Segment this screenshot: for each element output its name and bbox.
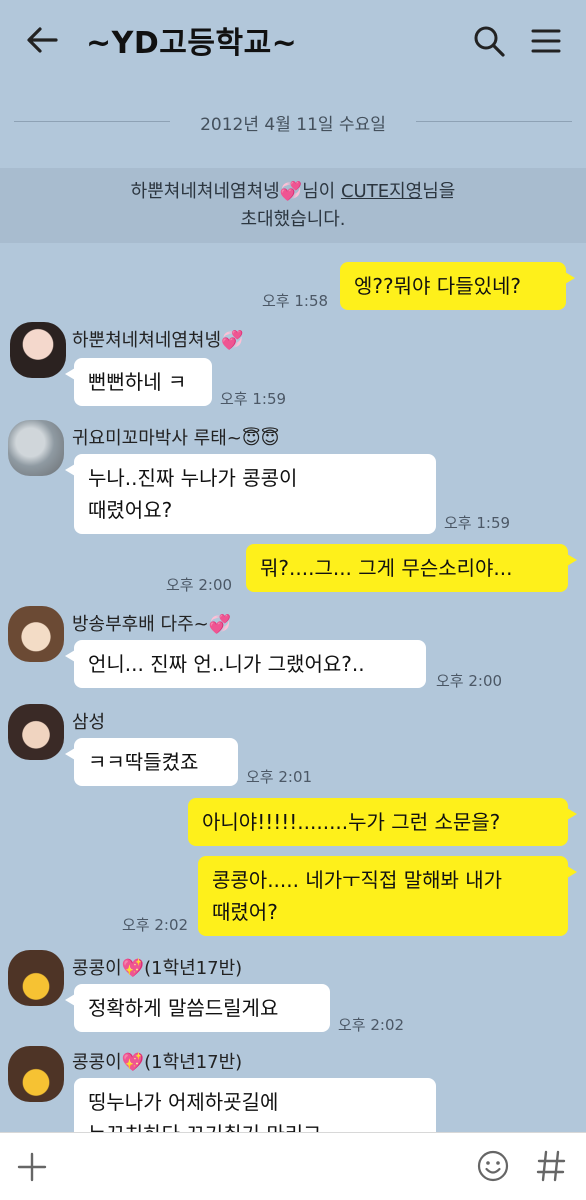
my-message-bubble[interactable]: 아니야!!!!!........누가 그런 소문을? <box>188 798 577 846</box>
sender-name: 삼성 <box>72 712 106 733</box>
avatar[interactable] <box>8 606 64 662</box>
message-time: 오후 2:00 <box>436 672 503 690</box>
search-icon[interactable] <box>472 24 506 58</box>
avatar[interactable] <box>10 322 66 378</box>
system-invite-message: 하뿐쳐네쳐네염쳐넹💞님이 CUTE지영님을 초대했습니다. <box>0 168 586 243</box>
received-message-bubble[interactable]: 띵누나가 어제하굣길에 누꼬치하다 끄기취기 마리그 <box>74 1078 436 1132</box>
avatar[interactable] <box>8 1046 64 1102</box>
sender-name: 귀요미꼬마박사 루태~😇😇 <box>72 428 280 449</box>
received-message-bubble[interactable]: 누나..진짜 누나가 콩콩이 때렸어요? <box>65 454 436 534</box>
message-time: 오후 2:01 <box>246 768 313 786</box>
angel-emoji-icon: 😇 <box>260 428 280 449</box>
received-message-bubble[interactable]: ㅋㅋ딱들켰죠 <box>65 738 238 786</box>
my-message-bubble[interactable]: 엥??뭐야 다들있네? <box>340 262 575 310</box>
avatar[interactable] <box>8 704 64 760</box>
message-time: 오후 1:59 <box>220 390 287 408</box>
heart-emoji-icon: 💞 <box>221 330 244 351</box>
chat-room-title: ~YD고등학교~ <box>86 26 298 61</box>
message-time: 오후 1:58 <box>262 292 329 310</box>
hamburger-menu-icon[interactable] <box>530 26 562 56</box>
sparkle-heart-emoji-icon: 💖 <box>121 1052 145 1073</box>
system-message-line2: 초대했습니다. <box>240 209 346 230</box>
message-time: 오후 2:00 <box>166 576 233 594</box>
sender-name: 콩콩이💖(1학년17반) <box>72 958 243 979</box>
avatar[interactable] <box>8 420 64 476</box>
date-divider: 2012년 4월 11일 수요일 <box>0 106 586 139</box>
sender-name: 콩콩이💖(1학년17반) <box>72 1052 243 1073</box>
message-time: 오후 2:02 <box>338 1016 405 1034</box>
chat-header: ~YD고등학교~ <box>0 0 586 80</box>
sparkle-heart-emoji-icon: 💖 <box>121 958 145 979</box>
plus-icon[interactable] <box>16 1151 48 1183</box>
sender-name: 방송부후배 다주~💞 <box>72 614 232 635</box>
system-message-line1: 하뿐쳐네쳐네염쳐넹💞님이 CUTE지영님을 <box>0 178 586 206</box>
received-message-bubble[interactable]: 정확하게 말씀드릴게요 <box>65 984 330 1032</box>
angel-emoji-icon: 😇 <box>241 428 261 449</box>
my-message-bubble[interactable]: 콩콩아..... 네가ㅜ직접 말해봐 내가 때렸어? <box>198 856 577 936</box>
invited-user-link[interactable]: CUTE지영 <box>341 181 422 202</box>
my-message-bubble[interactable]: 뭐?....그... 그게 무슨소리야... <box>246 544 577 592</box>
sender-name: 하뿐쳐네쳐네염쳐넹💞 <box>72 330 244 351</box>
message-input-bar <box>0 1132 586 1200</box>
smiley-icon[interactable] <box>476 1149 510 1183</box>
received-message-bubble[interactable]: 뻔뻔하네 ㅋ <box>65 358 212 406</box>
hash-icon[interactable] <box>534 1147 568 1185</box>
back-arrow-icon[interactable] <box>24 24 60 56</box>
message-input[interactable] <box>64 1147 464 1187</box>
received-message-bubble[interactable]: 언니... 진짜 언..니가 그랬어요?.. <box>65 640 426 688</box>
avatar[interactable] <box>8 950 64 1006</box>
date-divider-label: 2012년 4월 11일 수요일 <box>186 106 400 139</box>
heart-emoji-icon: 💞 <box>208 614 232 635</box>
message-time: 오후 1:59 <box>444 514 511 532</box>
heart-emoji-icon: 💞 <box>279 181 303 202</box>
message-time: 오후 2:02 <box>122 916 189 934</box>
